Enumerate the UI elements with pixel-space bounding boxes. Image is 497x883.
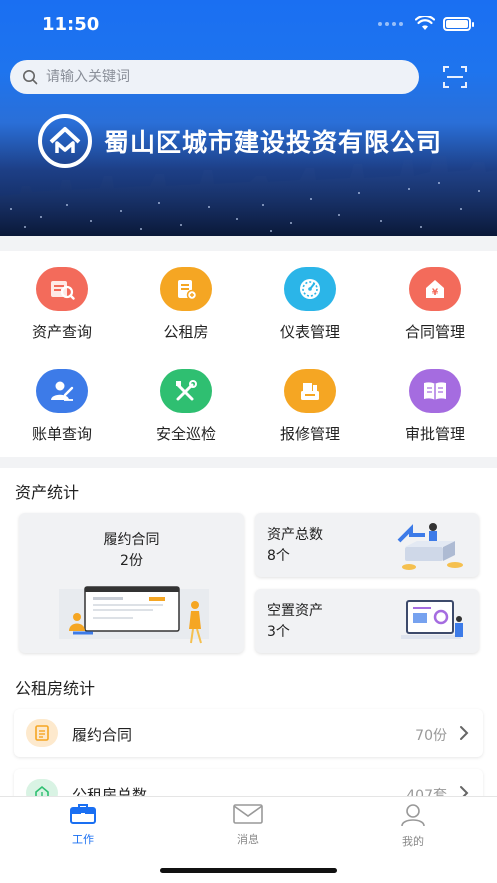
row-value: 70份 xyxy=(415,728,447,744)
card-count: 2份 xyxy=(120,553,143,569)
tab-label: 工作 xyxy=(72,833,94,846)
asset-stats-title: 资产统计 xyxy=(15,483,80,502)
menu-item-meter[interactable]: 仪表管理 xyxy=(248,267,372,342)
company-brand: 蜀山区城市建设投资有限公司 xyxy=(38,114,442,168)
wifi-icon xyxy=(415,16,435,30)
menu-label: 公租房 xyxy=(163,323,209,341)
bill-query-icon xyxy=(36,369,88,413)
housing-stats-title: 公租房统计 xyxy=(15,679,96,698)
asset-card-contract[interactable]: 履约合同 2份 xyxy=(19,513,244,653)
home-indicator xyxy=(160,868,337,873)
menu-label: 账单查询 xyxy=(31,425,92,443)
status-bar: 11:50 xyxy=(0,0,497,50)
header-banner: 11:50 蜀山区城市建设投资 xyxy=(0,0,497,236)
asset-query-icon xyxy=(36,267,88,311)
asset-total-illustration xyxy=(397,523,463,570)
search-icon xyxy=(23,70,38,85)
menu-item-safety-inspection[interactable]: 安全巡检 xyxy=(124,369,248,444)
tab-profile[interactable]: 我的 xyxy=(373,803,453,849)
card-title: 资产总数 xyxy=(267,527,323,543)
user-icon xyxy=(401,804,425,827)
menu-item-bill-query[interactable]: 账单查询 xyxy=(0,369,124,444)
menu-label: 安全巡检 xyxy=(155,425,216,443)
row-label: 履约合同 xyxy=(72,726,133,744)
asset-card-vacant[interactable]: 空置资产 3个 xyxy=(255,589,479,653)
menu-label: 资产查询 xyxy=(31,323,92,341)
public-housing-icon xyxy=(160,267,212,311)
approval-icon xyxy=(409,369,461,413)
menu-item-approval[interactable]: 审批管理 xyxy=(373,369,497,444)
repair-icon xyxy=(284,369,336,413)
chevron-right-icon xyxy=(460,726,469,740)
menu-label: 仪表管理 xyxy=(279,323,340,341)
card-title: 空置资产 xyxy=(267,603,323,619)
tab-label: 我的 xyxy=(402,835,424,848)
contract-illustration xyxy=(59,586,209,644)
search-input[interactable] xyxy=(46,69,386,85)
search-bar[interactable] xyxy=(10,60,419,94)
status-time: 11:50 xyxy=(42,14,100,35)
tab-messages[interactable]: 消息 xyxy=(208,803,288,847)
battery-icon xyxy=(443,16,474,31)
contract-icon: ¥ xyxy=(409,267,461,311)
status-icons xyxy=(378,16,474,31)
function-menu: 资产查询 公租房 仪表管理 ¥ 合同管理 账单查询 安全巡检 报修管理 审批管理 xyxy=(0,251,497,457)
menu-item-repair[interactable]: 报修管理 xyxy=(248,369,372,444)
mail-icon xyxy=(233,804,263,824)
company-name: 蜀山区城市建设投资有限公司 xyxy=(104,128,443,157)
asset-card-total[interactable]: 资产总数 8个 xyxy=(255,513,479,577)
svg-text:¥: ¥ xyxy=(432,288,439,298)
menu-item-contract[interactable]: ¥ 合同管理 xyxy=(373,267,497,342)
menu-label: 报修管理 xyxy=(279,425,340,443)
briefcase-icon xyxy=(70,804,96,824)
menu-item-asset-query[interactable]: 资产查询 xyxy=(0,267,124,342)
asset-vacant-illustration xyxy=(401,600,463,639)
document-icon xyxy=(26,719,58,747)
safety-inspection-icon xyxy=(160,369,212,413)
menu-label: 审批管理 xyxy=(404,425,465,443)
tab-work[interactable]: 工作 xyxy=(43,803,123,847)
menu-item-public-housing[interactable]: 公租房 xyxy=(124,267,248,342)
signal-icon xyxy=(378,21,403,26)
card-count: 3个 xyxy=(267,624,290,640)
card-title: 履约合同 xyxy=(103,532,160,548)
company-logo-icon xyxy=(38,114,92,168)
scan-icon[interactable] xyxy=(443,66,467,88)
menu-label: 合同管理 xyxy=(404,323,465,341)
card-count: 8个 xyxy=(267,548,290,564)
housing-row-contract[interactable]: 履约合同 70份 xyxy=(14,709,483,757)
tab-label: 消息 xyxy=(237,833,259,846)
meter-icon xyxy=(284,267,336,311)
